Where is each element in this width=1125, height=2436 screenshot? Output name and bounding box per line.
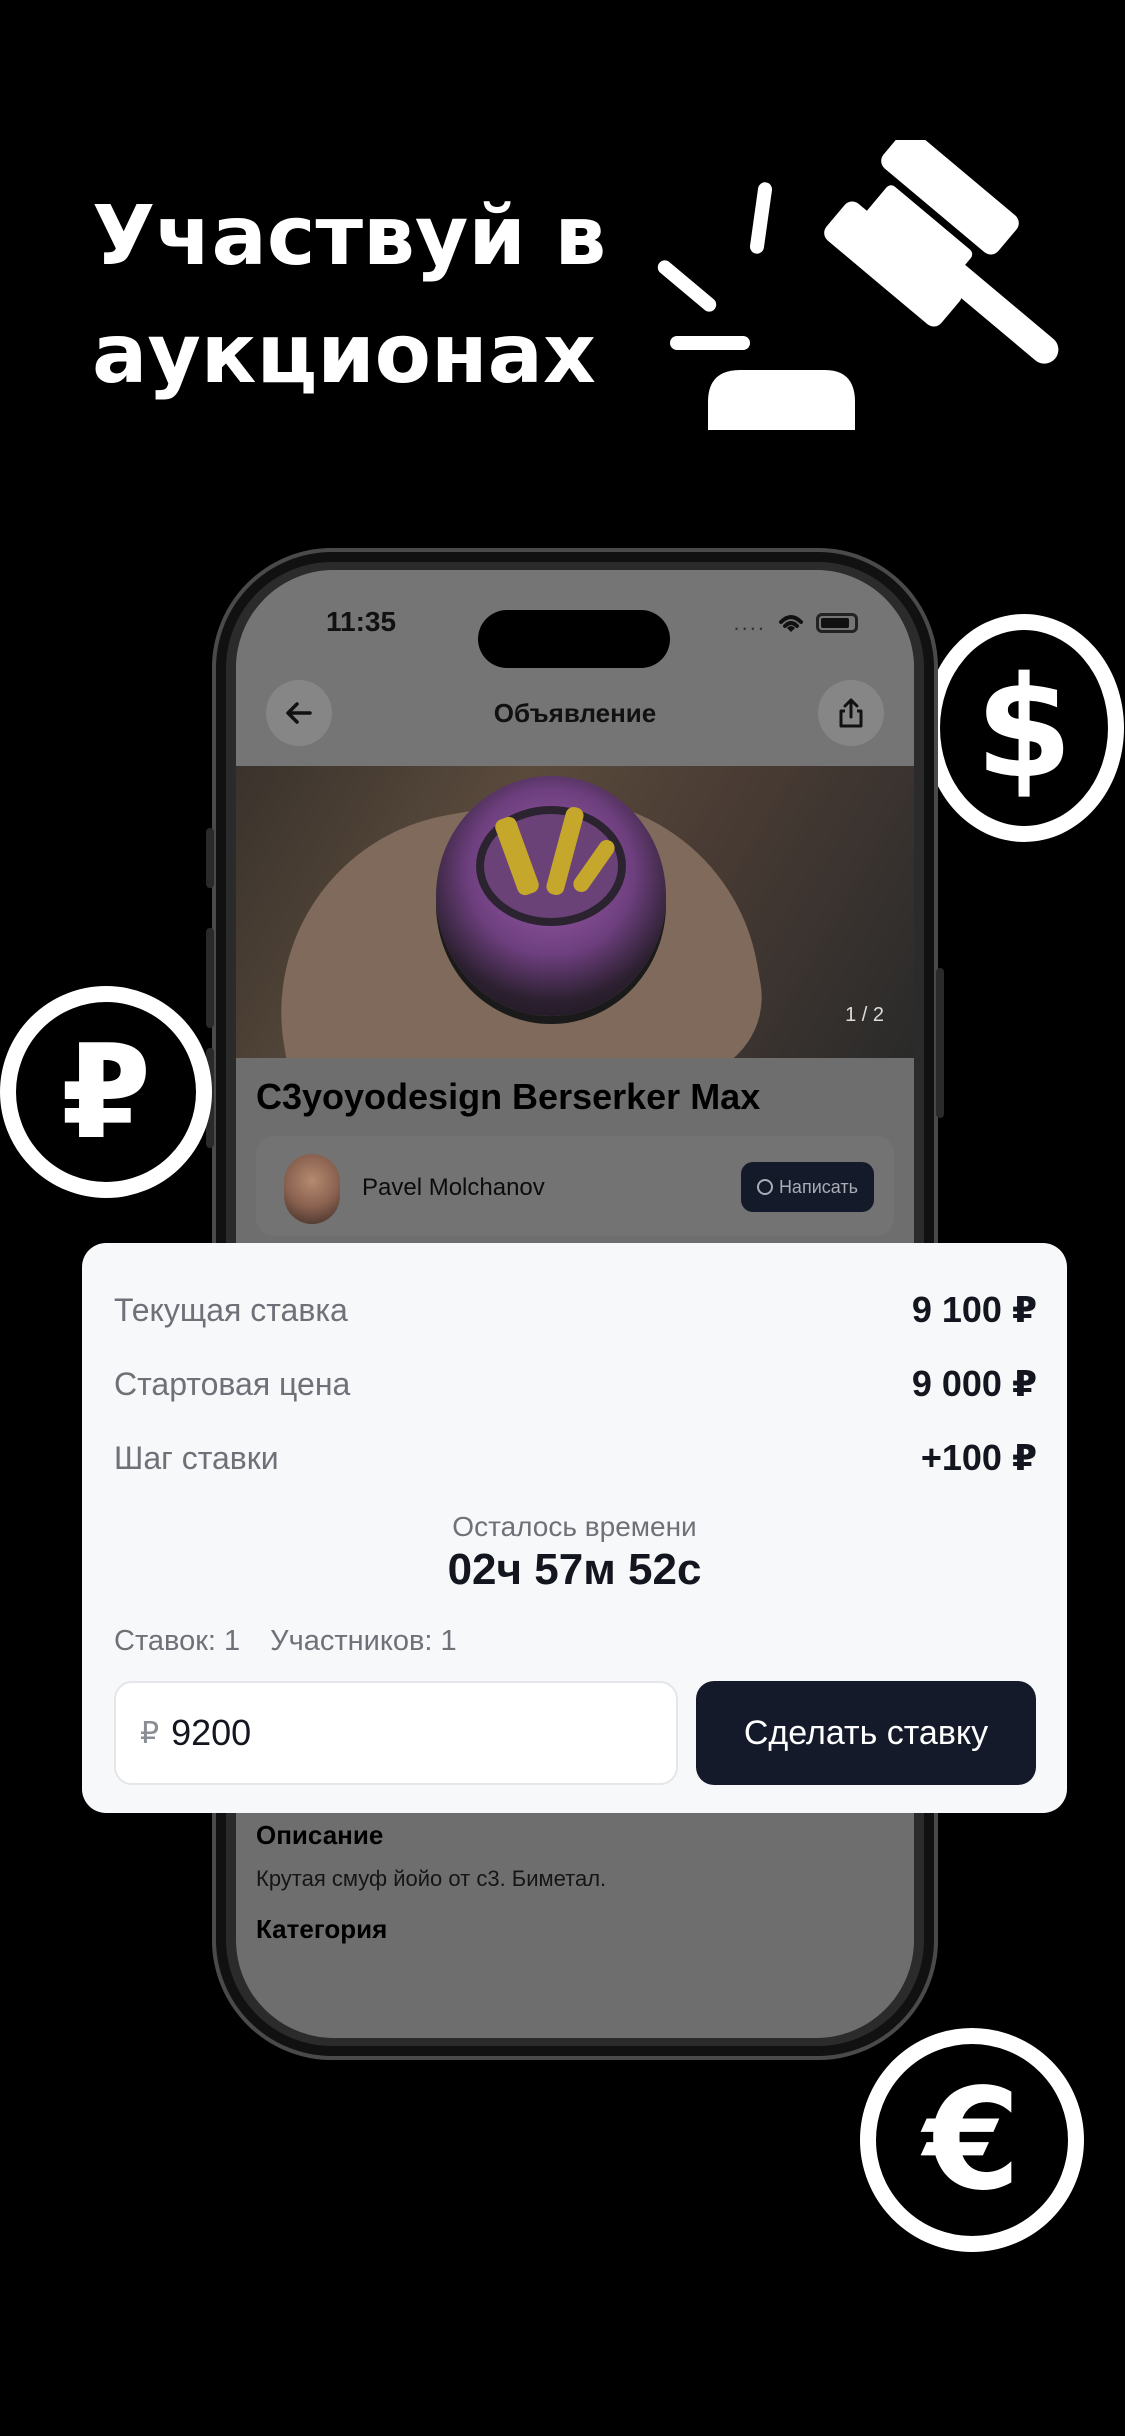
battery-icon (816, 613, 858, 633)
dollar-coin-icon: $ (924, 614, 1124, 842)
bid-step-label: Шаг ставки (114, 1439, 279, 1476)
current-bid-label: Текущая ставка (114, 1291, 348, 1328)
current-bid-value: 9 100 ₽ (911, 1289, 1037, 1330)
seller-name: Pavel Molchanov (362, 1174, 545, 1201)
headline-line-2: аукционах (92, 307, 596, 402)
bid-amount-input[interactable]: ₽ 9200 (114, 1681, 678, 1785)
current-bid-row: Текущая ставка 9 100 ₽ (114, 1289, 1037, 1331)
yoyo-image (436, 776, 666, 1016)
promo-headline: Участвуй в аукционах (92, 178, 652, 414)
description-title: Описание (256, 1820, 384, 1850)
phone-side-button (206, 828, 214, 888)
bid-panel: Текущая ставка 9 100 ₽ Стартовая цена 9 … (82, 1243, 1067, 1813)
phone-power-button (936, 968, 944, 1118)
phone-volume-up (206, 928, 214, 1028)
euro-sign: € (923, 2058, 1021, 2222)
dynamic-island (478, 610, 670, 668)
gavel-icon (657, 140, 1059, 430)
share-icon (839, 698, 863, 728)
screen-header-area (236, 570, 914, 766)
seller-card[interactable]: Pavel Molchanov Написать (256, 1136, 894, 1236)
description-text: Крутая смуф йойо от c3. Биметал. (256, 1866, 607, 1891)
category-title: Категория (256, 1914, 388, 1944)
product-photo-carousel[interactable]: 1 / 2 (236, 766, 914, 1058)
status-icons: .... (734, 610, 858, 636)
status-time: 11:35 (326, 606, 397, 637)
signal-dots: .... (733, 610, 766, 635)
ruble-icon: ₽ (140, 1716, 160, 1750)
bid-step-value: +100 ₽ (920, 1437, 1037, 1478)
page-title: Объявление (493, 698, 657, 728)
euro-coin-icon: € (860, 2028, 1084, 2252)
participants-count: Участников: 1 (270, 1625, 457, 1657)
headline-line-1: Участвуй в (92, 189, 607, 284)
place-bid-button[interactable]: Сделать ставку (696, 1681, 1036, 1785)
message-button-label: Написать (778, 1176, 858, 1197)
bid-step-row: Шаг ставки +100 ₽ (114, 1437, 1037, 1479)
photo-counter: 1 / 2 (845, 1004, 884, 1026)
message-seller-button[interactable]: Написать (740, 1162, 874, 1212)
dollar-sign: $ (975, 646, 1073, 810)
bid-stats: Ставок: 1 Участников: 1 (114, 1625, 457, 1658)
ruble-sign: ₽ (60, 1016, 152, 1168)
time-left-label: Осталось времени (452, 1511, 697, 1542)
wifi-icon (779, 615, 803, 632)
ruble-coin-icon: ₽ (0, 986, 212, 1198)
product-title: C3yoyodesign Berserker Max (256, 1076, 761, 1117)
time-left-value: 02ч 57м 52с (447, 1545, 702, 1594)
start-price-label: Стартовая цена (114, 1365, 351, 1402)
share-button[interactable] (818, 680, 884, 746)
bids-count: Ставок: 1 (114, 1625, 241, 1657)
chat-icon (756, 1179, 773, 1195)
start-price-value: 9 000 ₽ (911, 1363, 1037, 1404)
avatar (284, 1154, 340, 1224)
bid-amount-value: 9200 (171, 1712, 252, 1753)
start-price-row: Стартовая цена 9 000 ₽ (114, 1363, 1037, 1405)
